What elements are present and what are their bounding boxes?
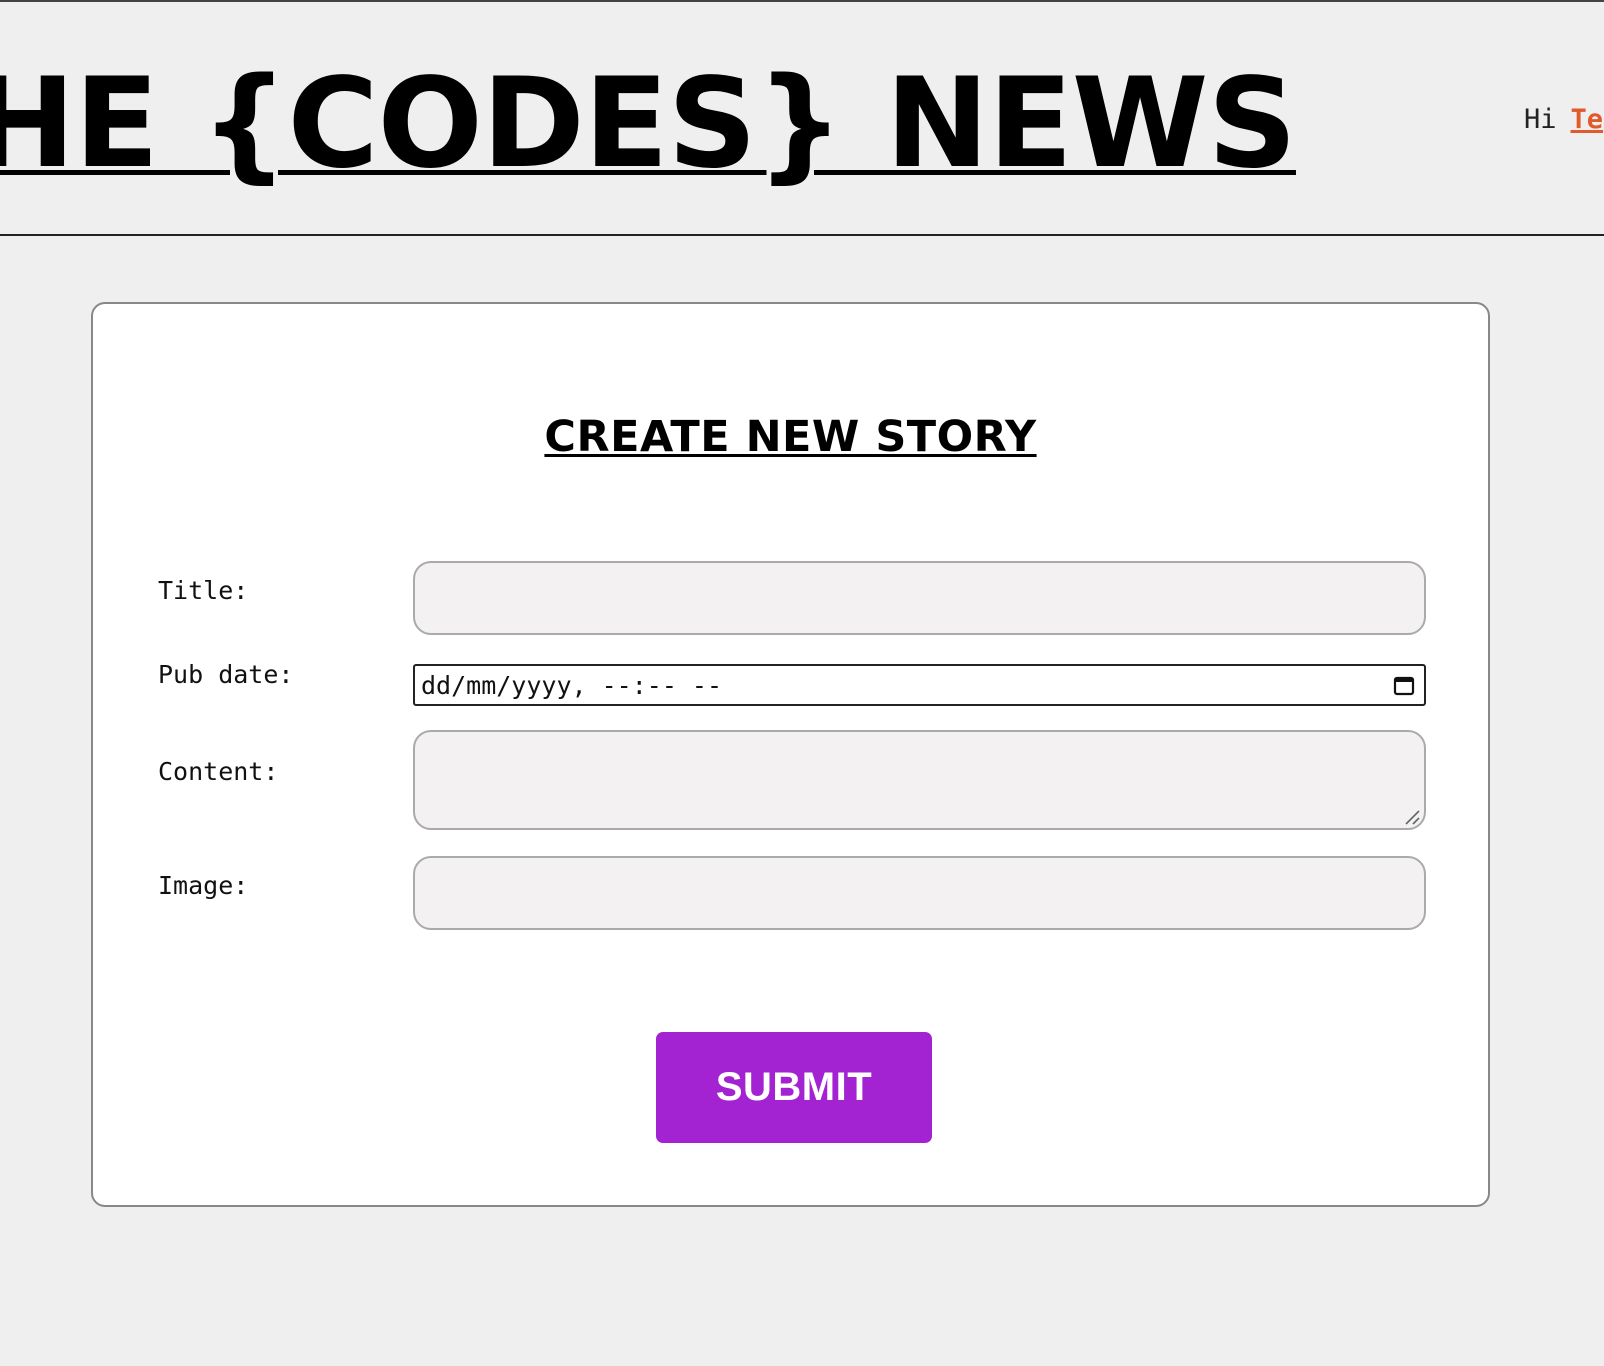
image-input[interactable] (413, 856, 1426, 930)
submit-button[interactable]: SUBMIT (656, 1032, 932, 1143)
site-title[interactable]: THE {CODES} NEWS (0, 62, 1297, 186)
form-heading: CREATE NEW STORY (544, 412, 1037, 462)
site-header: THE {CODES} NEWS Hi Te (0, 0, 1604, 236)
pub-date-label: Pub date: (158, 660, 294, 689)
user-profile-link[interactable]: Te (1571, 104, 1604, 135)
resize-handle-icon[interactable] (1403, 808, 1421, 826)
image-label: Image: (158, 871, 249, 900)
greeting-text: Hi (1524, 104, 1557, 135)
pub-date-input[interactable]: dd/mm/yyyy, --:-- -- (413, 664, 1426, 706)
site-title-link[interactable]: THE {CODES} NEWS (0, 52, 1297, 196)
title-input[interactable] (413, 561, 1426, 635)
content-textarea[interactable] (413, 730, 1426, 830)
user-greeting: Hi Te (1524, 104, 1603, 135)
pub-date-value: dd/mm/yyyy, --:-- -- (421, 670, 723, 700)
create-story-card: CREATE NEW STORY Title: Pub date: dd/mm/… (91, 302, 1490, 1207)
calendar-icon[interactable] (1392, 673, 1416, 697)
content-label: Content: (158, 757, 279, 786)
title-label: Title: (158, 576, 249, 605)
